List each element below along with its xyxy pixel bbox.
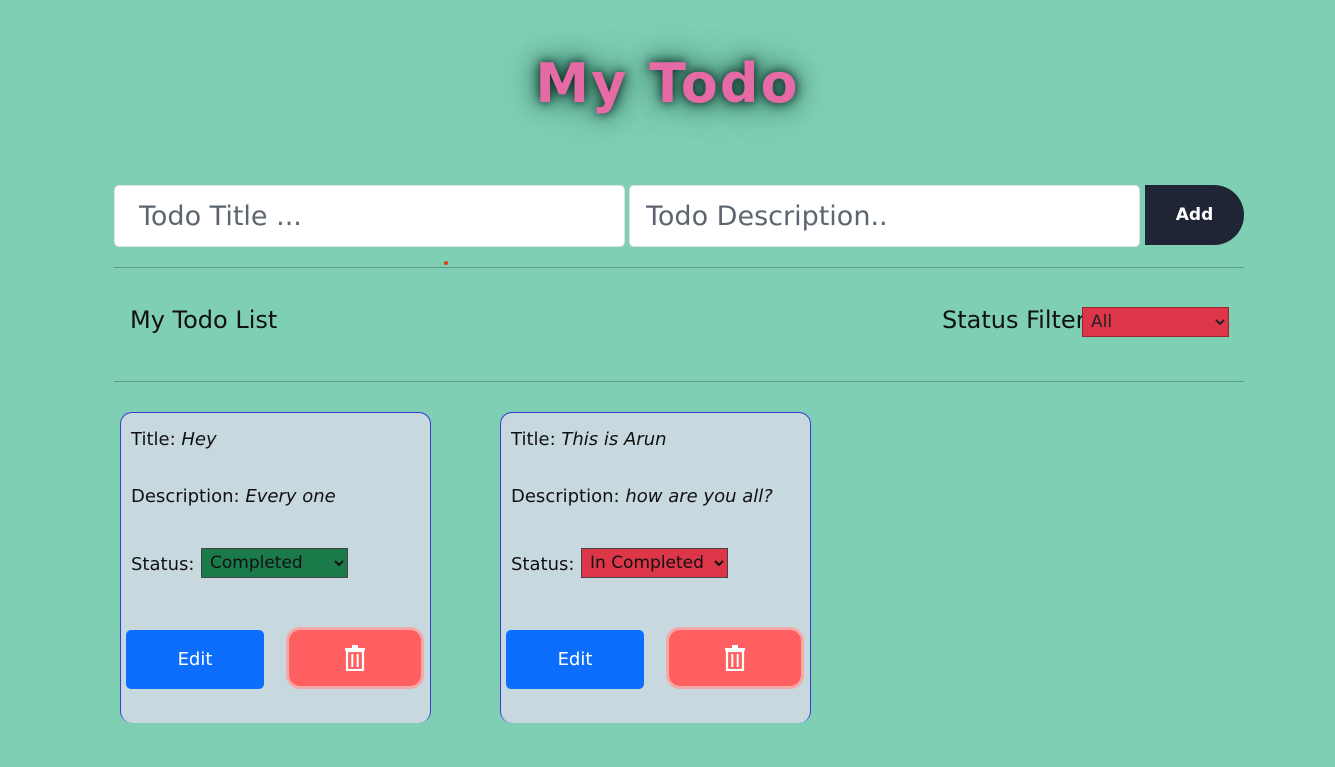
todo-status-select[interactable]: In Completed bbox=[581, 548, 728, 578]
add-todo-button[interactable]: Add bbox=[1145, 185, 1244, 245]
todo-title-value: Hey bbox=[181, 429, 217, 450]
trash-icon bbox=[725, 645, 745, 671]
todo-status-label: Status: bbox=[511, 554, 575, 575]
trash-icon bbox=[345, 645, 365, 671]
stray-dot bbox=[444, 261, 448, 265]
divider bbox=[114, 267, 1244, 268]
todo-list-heading: My Todo List bbox=[130, 306, 278, 334]
todo-description-input[interactable] bbox=[629, 185, 1140, 247]
todo-description-line: Description: Every one bbox=[131, 486, 336, 507]
todo-status-label: Status: bbox=[131, 554, 195, 575]
todo-title-line: Title: Hey bbox=[131, 429, 217, 450]
divider bbox=[114, 381, 1244, 382]
delete-button[interactable] bbox=[286, 627, 424, 689]
todo-title-label: Title: bbox=[511, 429, 556, 450]
todo-card: Title: Hey Description: Every one Status… bbox=[120, 412, 431, 723]
status-filter-select[interactable]: All bbox=[1082, 307, 1229, 337]
edit-button[interactable]: Edit bbox=[126, 630, 264, 689]
todo-description-value: how are you all? bbox=[625, 486, 773, 507]
edit-button[interactable]: Edit bbox=[506, 630, 644, 689]
delete-button[interactable] bbox=[666, 627, 804, 689]
todo-description-label: Description: bbox=[511, 486, 620, 507]
todo-card: Title: This is Arun Description: how are… bbox=[500, 412, 811, 723]
todo-status-select[interactable]: Completed bbox=[201, 548, 348, 578]
status-filter-label: Status Filter: bbox=[942, 306, 1094, 334]
todo-title-label: Title: bbox=[131, 429, 176, 450]
todo-title-input[interactable] bbox=[114, 185, 625, 247]
todo-description-value: Every one bbox=[245, 486, 336, 507]
todo-description-label: Description: bbox=[131, 486, 240, 507]
todo-title-value: This is Arun bbox=[561, 429, 667, 450]
todo-description-line: Description: how are you all? bbox=[511, 486, 773, 507]
app-title: My Todo bbox=[535, 52, 800, 115]
todo-title-line: Title: This is Arun bbox=[511, 429, 667, 450]
